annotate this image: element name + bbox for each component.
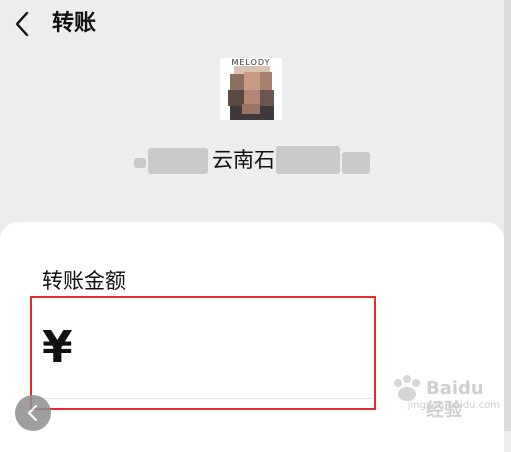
redacted-block (148, 148, 208, 174)
redacted-block (276, 146, 340, 174)
chevron-left-icon (27, 404, 38, 422)
amount-divider (32, 398, 372, 399)
watermark-url: jingyan.baidu.com (407, 400, 500, 411)
redacted-block (134, 158, 146, 168)
currency-symbol: ¥ (42, 322, 73, 373)
recipient-name-text: 云南石 (212, 148, 275, 172)
window-edge (504, 0, 511, 431)
top-bar: 转账 (0, 0, 511, 48)
amount-label: 转账金额 (42, 269, 126, 293)
page-title: 转账 (52, 11, 97, 36)
recipient-name: 云南石 (130, 144, 380, 178)
avatar-brand-text: MELODY (231, 58, 271, 67)
redacted-block (342, 152, 370, 174)
nav-back-button[interactable] (15, 395, 51, 431)
back-arrow-icon[interactable] (10, 10, 36, 38)
amount-input[interactable] (86, 322, 366, 372)
recipient-avatar: MELODY (220, 58, 282, 120)
watermark: Baidu经验 jingyan.baidu.com (390, 372, 500, 421)
